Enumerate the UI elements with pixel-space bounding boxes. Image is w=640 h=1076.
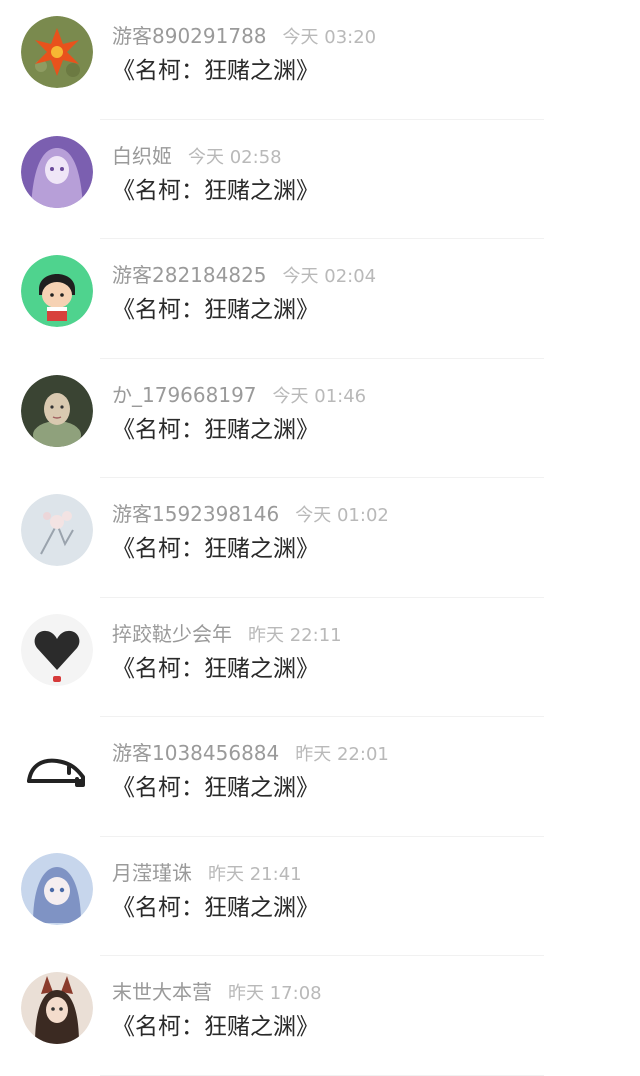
chibi-maruko-avatar[interactable] [21, 255, 93, 327]
list-item[interactable]: 末世大本营 昨天 17:08 《名柯：狂赌之渊》 [0, 956, 640, 1076]
comment-list: 游客890291788 今天 03:20 《名柯：狂赌之渊》 白织姬 今天 02:58 《… [0, 0, 640, 1076]
fox-ear-girl-avatar[interactable] [21, 972, 93, 1044]
black-heart-avatar[interactable] [21, 613, 93, 686]
timestamp: 今天 02:58 [188, 146, 282, 168]
comment-text: 《名柯：狂赌之渊》 [112, 416, 319, 443]
comment-meta: か_179668197 今天 01:46 [112, 381, 366, 409]
comment-meta: 游客1038456884 昨天 22:01 [112, 739, 389, 767]
comment-text: 《名柯：狂赌之渊》 [112, 177, 319, 204]
comment-meta: 游客890291788 今天 03:20 [112, 22, 376, 50]
elephant-logo-avatar[interactable] [21, 733, 93, 805]
list-item[interactable]: 游客890291788 今天 03:20 《名柯：狂赌之渊》 [0, 0, 640, 120]
list-item[interactable]: 游客282184825 今天 02:04 《名柯：狂赌之渊》 [0, 239, 640, 359]
comment-text: 《名柯：狂赌之渊》 [112, 536, 319, 562]
blue-anime-girl-avatar[interactable] [21, 852, 93, 925]
username[interactable]: 游客1592398146 [112, 502, 279, 526]
username[interactable]: 捽跤鞑少会年 [112, 622, 232, 646]
comment-text: 《名柯：狂赌之渊》 [112, 297, 319, 323]
list-item[interactable]: 捽跤鞑少会年 昨天 22:11 《名柯：狂赌之渊》 [0, 598, 640, 717]
comment-meta: 末世大本营 昨天 17:08 [112, 978, 322, 1006]
comment-meta: 游客1592398146 今天 01:02 [112, 500, 389, 528]
list-item[interactable]: 游客1592398146 今天 01:02 《名柯：狂赌之渊》 [0, 478, 640, 598]
list-item[interactable]: 月滢瑾诛 昨天 21:41 《名柯：狂赌之渊》 [0, 837, 640, 956]
timestamp: 昨天 17:08 [228, 983, 322, 1004]
comment-meta: 白织姬 今天 02:58 [112, 142, 282, 170]
portrait-girl-avatar[interactable] [21, 374, 93, 447]
list-item[interactable]: 白织姬 今天 02:58 《名柯：狂赌之渊》 [0, 120, 640, 239]
comment-text: 《名柯：狂赌之渊》 [112, 1014, 319, 1040]
timestamp: 昨天 22:01 [295, 744, 389, 765]
timestamp: 今天 01:02 [295, 505, 389, 526]
orange-leaf-avatar[interactable] [21, 16, 93, 88]
comment-text: 《名柯：狂赌之渊》 [112, 894, 319, 921]
comment-meta: 游客282184825 今天 02:04 [112, 261, 376, 289]
username[interactable]: か_179668197 [112, 383, 257, 407]
divider [100, 1074, 544, 1076]
timestamp: 昨天 22:11 [248, 624, 342, 646]
timestamp: 今天 02:04 [282, 266, 377, 287]
username[interactable]: 游客282184825 [112, 263, 267, 287]
purple-anime-girl-avatar[interactable] [21, 135, 93, 208]
username[interactable]: 游客1038456884 [112, 741, 279, 765]
username[interactable]: 月滢瑾诛 [112, 861, 192, 885]
cherry-blossom-avatar[interactable] [21, 494, 93, 566]
timestamp: 今天 01:46 [272, 385, 367, 407]
username[interactable]: 白织姬 [112, 144, 172, 168]
username[interactable]: 游客890291788 [112, 24, 267, 48]
comment-text: 《名柯：狂赌之渊》 [112, 58, 319, 84]
comment-text: 《名柯：狂赌之渊》 [112, 655, 319, 682]
timestamp: 今天 03:20 [282, 27, 377, 48]
list-item[interactable]: か_179668197 今天 01:46 《名柯：狂赌之渊》 [0, 359, 640, 478]
comment-meta: 捽跤鞑少会年 昨天 22:11 [112, 620, 342, 648]
timestamp: 昨天 21:41 [208, 863, 302, 885]
comment-meta: 月滢瑾诛 昨天 21:41 [112, 859, 302, 887]
comment-text: 《名柯：狂赌之渊》 [112, 775, 319, 801]
list-item[interactable]: 游客1038456884 昨天 22:01 《名柯：狂赌之渊》 [0, 717, 640, 837]
username[interactable]: 末世大本营 [112, 980, 212, 1004]
